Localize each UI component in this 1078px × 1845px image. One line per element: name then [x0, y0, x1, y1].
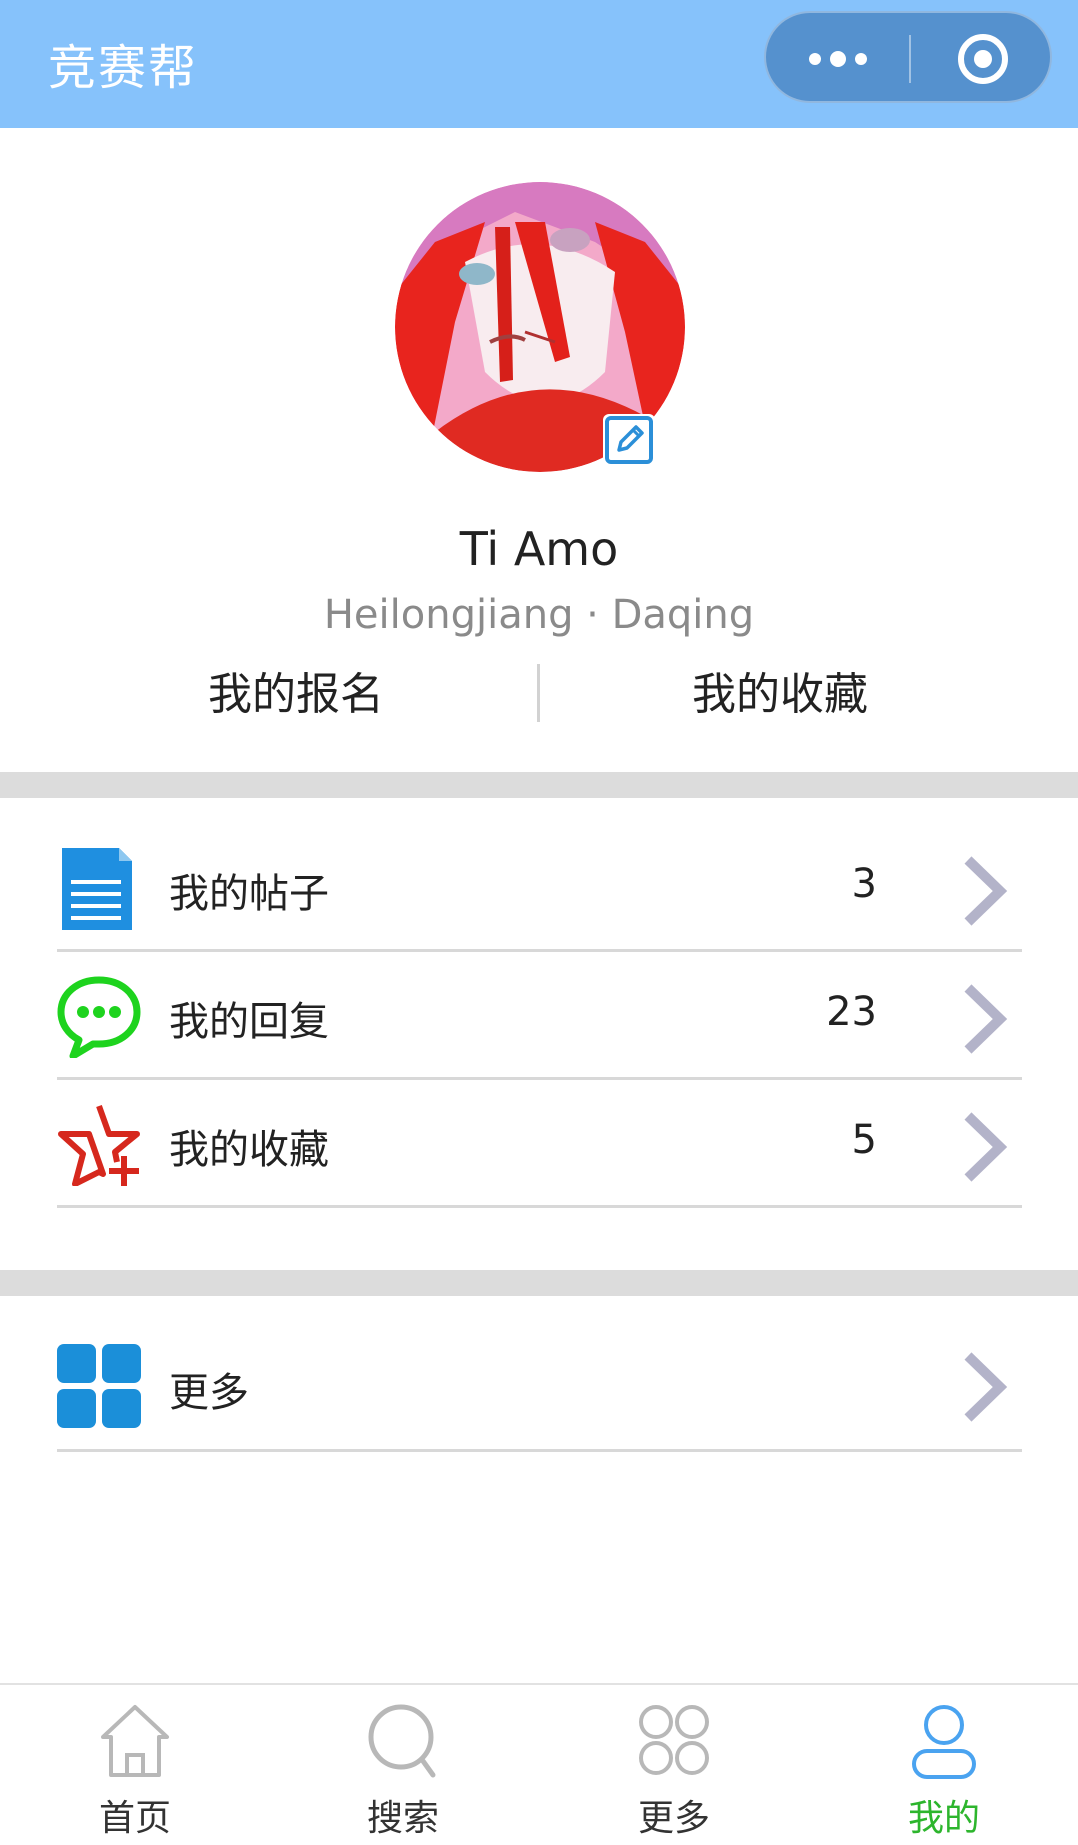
avatar-container: [395, 182, 685, 472]
my-signups-link[interactable]: 我的报名: [96, 658, 496, 722]
edit-pencil-icon[interactable]: [603, 414, 655, 466]
quick-links-divider: [537, 664, 540, 722]
tab-label: 搜索: [366, 1798, 439, 1839]
my-favorites-link[interactable]: 我的收藏: [580, 658, 980, 722]
list-item-count: 3: [851, 861, 877, 907]
tab-label: 更多: [637, 1798, 710, 1839]
target-circle-icon[interactable]: [911, 13, 1054, 105]
list-item-label: 我的帖子: [169, 871, 329, 917]
tab-home[interactable]: 首页: [35, 1685, 235, 1845]
more-dots-icon[interactable]: [766, 13, 909, 105]
quick-links: 我的报名 我的收藏: [0, 658, 1078, 730]
user-icon: [908, 1703, 980, 1779]
list-item-my-replies[interactable]: 我的回复 23: [57, 952, 1022, 1080]
grid-icon: [57, 1344, 141, 1428]
tab-label: 首页: [98, 1798, 171, 1839]
list-item-label: 我的回复: [169, 999, 329, 1045]
tab-more[interactable]: 更多: [574, 1685, 774, 1845]
list-item-label: 更多: [169, 1370, 249, 1416]
tab-bar: 首页 搜索 更多 我的: [0, 1683, 1078, 1845]
chevron-right-icon: [956, 982, 1010, 1056]
chat-bubble-icon: [57, 974, 141, 1060]
list-item-more[interactable]: 更多: [57, 1322, 1022, 1452]
list-item-my-posts[interactable]: 我的帖子 3: [57, 824, 1022, 952]
list-item-my-favorites[interactable]: 我的收藏 5: [57, 1080, 1022, 1208]
tab-mine[interactable]: 我的: [844, 1685, 1044, 1845]
chevron-right-icon: [956, 854, 1010, 928]
app-title: 竞赛帮: [48, 40, 199, 96]
list-item-label: 我的收藏: [169, 1127, 329, 1173]
grid-icon: [638, 1703, 710, 1779]
home-icon: [99, 1703, 171, 1779]
section-divider: [0, 772, 1078, 798]
user-location: Heilongjiang · Daqing: [323, 592, 755, 638]
star-plus-icon: [57, 1102, 141, 1187]
chevron-right-icon: [956, 1110, 1010, 1184]
tab-search[interactable]: 搜索: [303, 1685, 503, 1845]
user-name: Ti Amo: [459, 522, 619, 576]
list-item-count: 23: [826, 989, 877, 1035]
tab-label: 我的: [907, 1798, 980, 1839]
document-icon: [57, 846, 141, 930]
search-icon: [367, 1703, 439, 1779]
list-item-count: 5: [851, 1117, 877, 1163]
mini-program-capsule: [764, 11, 1052, 103]
section-divider: [0, 1270, 1078, 1296]
navigation-bar: 竞赛帮: [0, 0, 1078, 128]
chevron-right-icon: [956, 1350, 1010, 1424]
